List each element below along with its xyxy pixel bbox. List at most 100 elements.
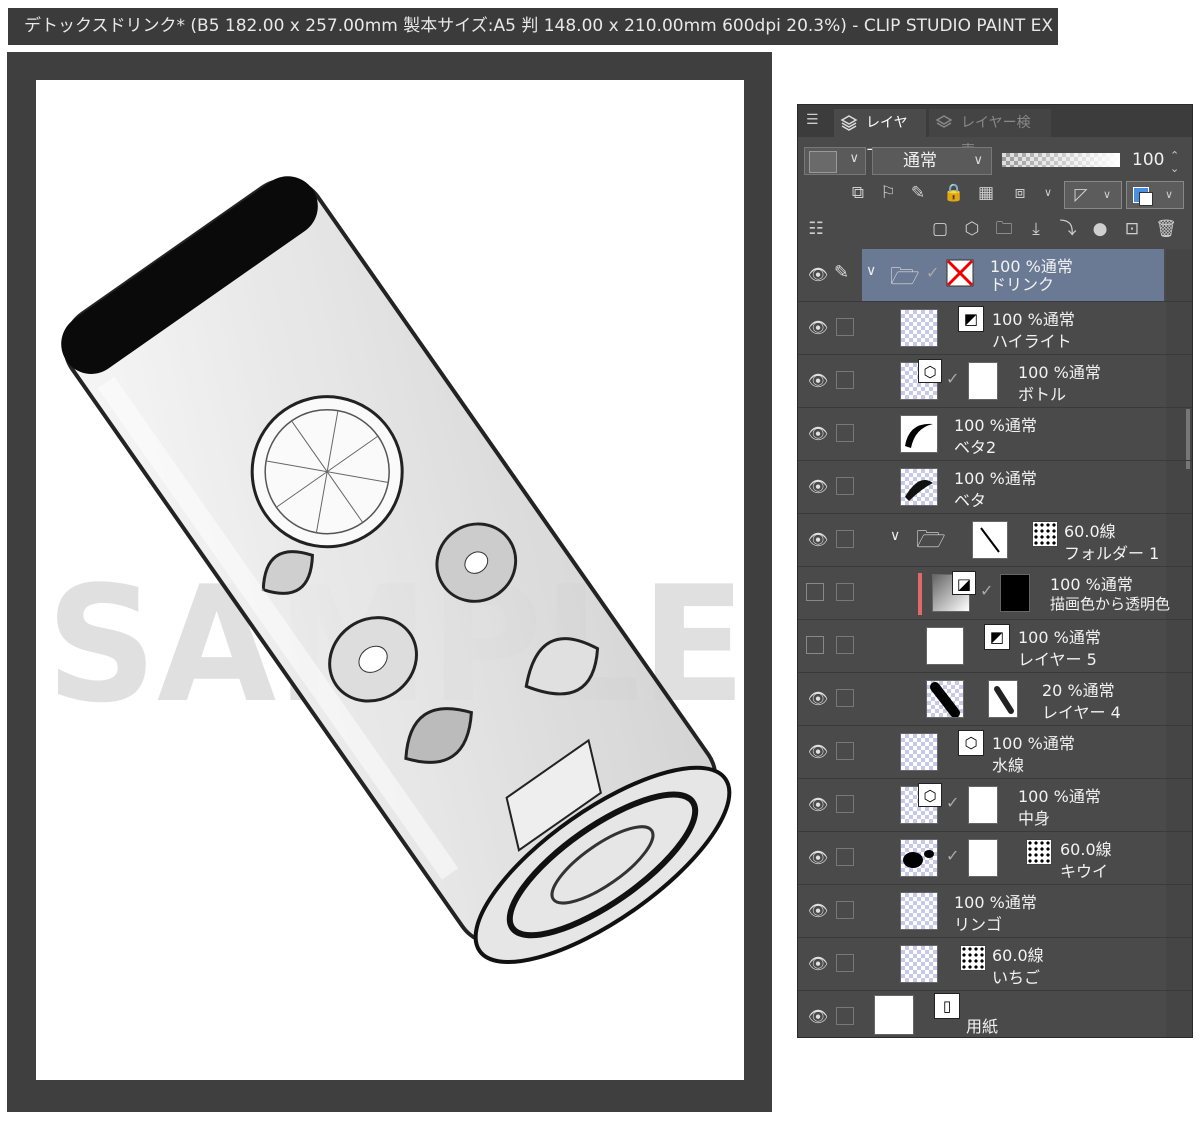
halftone-icon bbox=[1032, 521, 1058, 547]
tab-layer-search[interactable]: レイヤー検索 bbox=[929, 109, 1051, 159]
opacity-value[interactable]: 100 bbox=[1132, 150, 1164, 170]
opacity-slider[interactable] bbox=[1002, 153, 1120, 167]
layer-row-layer5[interactable]: ◩ 100 %通常 レイヤー 5 bbox=[798, 620, 1192, 673]
clip-layer-icon[interactable]: ⧉ bbox=[846, 181, 870, 205]
eye-icon[interactable]: 👁 bbox=[806, 1007, 830, 1027]
eye-icon[interactable]: 👁 bbox=[806, 848, 830, 868]
layer-mask-thumbnail bbox=[1000, 574, 1030, 612]
lock-icon[interactable]: 🔒 bbox=[942, 181, 966, 205]
layer-action-toolbar: ☷ ▢ ⬡ 🗀 ⤓ ⤵ ● ⊡ 🗑 bbox=[798, 217, 1192, 247]
edit-target-box[interactable] bbox=[836, 954, 854, 972]
eye-icon[interactable]: 👁 bbox=[806, 477, 830, 497]
layer-color-picker[interactable]: ∨ bbox=[804, 147, 866, 175]
layer-list: 👁 ✎ ∨ 🗁 ✓ 100 %通常 ドリンク 👁 ◩ 100 %通常 ハイライト… bbox=[798, 249, 1192, 1037]
eye-icon[interactable]: 👁 bbox=[806, 424, 830, 444]
edit-target-box[interactable] bbox=[836, 689, 854, 707]
menu-icon[interactable]: ☰ bbox=[806, 113, 820, 127]
layer-thumbnail bbox=[900, 309, 938, 347]
eye-icon[interactable]: 👁 bbox=[806, 901, 830, 921]
layer-row-apple[interactable]: 👁 100 %通常 リンゴ bbox=[798, 885, 1192, 938]
layer-name: ハイライト bbox=[992, 332, 1072, 351]
edit-target-box[interactable] bbox=[836, 848, 854, 866]
layer-name: 描画色から透明色 bbox=[1050, 595, 1171, 613]
edit-target-box[interactable] bbox=[836, 477, 854, 495]
eye-icon[interactable]: 👁 bbox=[806, 530, 830, 550]
eye-icon[interactable]: 👁 bbox=[806, 795, 830, 815]
expression-color-button[interactable]: ∨ bbox=[1126, 181, 1184, 209]
edit-target-box[interactable] bbox=[836, 901, 854, 919]
edit-target-box[interactable] bbox=[836, 583, 854, 601]
edit-target-box[interactable] bbox=[836, 318, 854, 336]
canvas-area[interactable]: SAMPLE bbox=[7, 52, 772, 1112]
layer-row-kiwi[interactable]: 👁 ✓ 60.0線 キウイ bbox=[798, 832, 1192, 885]
opacity-stepper-icon[interactable]: ⌃ ⌄ bbox=[1170, 149, 1179, 175]
new-mask-icon[interactable]: ● bbox=[1088, 217, 1112, 241]
transfer-down-icon[interactable]: ⤓ bbox=[1024, 217, 1048, 241]
layer-row-paper[interactable]: 👁 ▯ 用紙 bbox=[798, 991, 1192, 1037]
layer-row-highlight[interactable]: 👁 ◩ 100 %通常 ハイライト bbox=[798, 302, 1192, 355]
layer-opacity: 100 %通常 bbox=[1050, 575, 1133, 594]
edit-target-box[interactable] bbox=[836, 742, 854, 760]
pen-icon: ✎ bbox=[834, 262, 850, 283]
apply-mask-icon[interactable]: ⊡ bbox=[1120, 217, 1144, 241]
lock-transparency-icon[interactable]: ▦ bbox=[974, 181, 998, 205]
visibility-box[interactable] bbox=[806, 583, 824, 601]
layer-thumbnail bbox=[900, 892, 938, 930]
chevron-down-icon: ∨ bbox=[973, 153, 983, 168]
blend-mode-value: 通常 bbox=[903, 151, 937, 171]
edit-target-box[interactable] bbox=[836, 424, 854, 442]
blend-mode-select[interactable]: 通常 ∨ bbox=[872, 147, 992, 175]
tab-layer[interactable]: レイヤー bbox=[834, 109, 926, 159]
edit-target-box[interactable] bbox=[836, 530, 854, 548]
eye-icon[interactable]: 👁 bbox=[806, 318, 830, 338]
layer-mask-thumbnail bbox=[988, 680, 1018, 718]
layer-row-beta2[interactable]: 👁 100 %通常 ベタ2 bbox=[798, 408, 1192, 461]
eye-icon[interactable]: 👁 bbox=[806, 742, 830, 762]
illustration: SAMPLE bbox=[46, 176, 744, 965]
layer-row-beta[interactable]: 👁 100 %通常 ベタ bbox=[798, 461, 1192, 514]
layer-row-folder1[interactable]: 👁 ∨ 🗁 60.0線 フォルダー 1 bbox=[798, 514, 1192, 567]
layer-name: フォルダー 1 bbox=[1064, 544, 1160, 563]
layer-row-drink[interactable]: 👁 ✎ ∨ 🗁 ✓ 100 %通常 ドリンク bbox=[798, 249, 1192, 302]
layer-opacity: 60.0線 bbox=[1064, 522, 1116, 541]
layer-name: キウイ bbox=[1060, 862, 1109, 881]
layer-color-mode-button[interactable]: ◸ ∨ bbox=[1064, 181, 1122, 209]
trash-icon[interactable]: 🗑 bbox=[1154, 217, 1178, 241]
eye-icon[interactable]: 👁 bbox=[806, 265, 830, 285]
layer-row-gradient[interactable]: ◪ ✓ 100 %通常 描画色から透明色 bbox=[798, 567, 1192, 620]
vector-layer-icon: ⬡ bbox=[918, 783, 942, 807]
layer-row-strawberry[interactable]: 👁 60.0線 いちご bbox=[798, 938, 1192, 991]
edit-target-box[interactable] bbox=[836, 371, 854, 389]
layer-mask-thumbnail bbox=[972, 521, 1008, 559]
paper[interactable]: SAMPLE bbox=[36, 80, 744, 1080]
mask-enable-icon[interactable]: ⧈ bbox=[1008, 181, 1032, 205]
new-vector-layer-icon[interactable]: ⬡ bbox=[960, 217, 984, 241]
eye-icon[interactable]: 👁 bbox=[806, 689, 830, 709]
layer-opacity: 100 %通常 bbox=[992, 734, 1075, 753]
layer-row-layer4[interactable]: 👁 20 %通常 レイヤー 4 bbox=[798, 673, 1192, 726]
new-raster-layer-icon[interactable]: ▢ bbox=[928, 217, 952, 241]
layer-row-bottle[interactable]: 👁 ⬡ ✓ 100 %通常 ボトル bbox=[798, 355, 1192, 408]
layer-name: ベタ2 bbox=[954, 438, 997, 457]
eye-icon[interactable]: 👁 bbox=[806, 954, 830, 974]
new-folder-icon[interactable]: 🗀 bbox=[992, 217, 1016, 241]
chevron-down-icon[interactable]: ∨ bbox=[890, 528, 900, 544]
merge-down-icon[interactable]: ⤵ bbox=[1056, 217, 1080, 241]
edit-target-box[interactable] bbox=[836, 795, 854, 813]
folder-icon: 🗁 bbox=[916, 525, 946, 553]
reference-layer-icon[interactable]: ⚐ bbox=[876, 181, 900, 205]
window-title: デトックスドリンク* (B5 182.00 x 257.00mm 製本サイズ:A… bbox=[8, 8, 1058, 45]
chevron-down-icon[interactable]: ∨ bbox=[1036, 181, 1060, 205]
eye-icon[interactable]: 👁 bbox=[806, 371, 830, 391]
layer-panel: ☰ レイヤー レイヤー検索 ∨ 通常 ∨ 100 ⌃⌄ bbox=[797, 104, 1193, 1038]
edit-target-box[interactable] bbox=[836, 636, 854, 654]
layer-thumbnail bbox=[900, 945, 938, 983]
layer-list-icon[interactable]: ☷ bbox=[804, 217, 828, 241]
chevron-down-icon[interactable]: ∨ bbox=[866, 263, 876, 279]
layer-row-water-line[interactable]: 👁 ⬡ 100 %通常 水線 bbox=[798, 726, 1192, 779]
visibility-box[interactable] bbox=[806, 636, 824, 654]
draft-layer-icon[interactable]: ✎ bbox=[906, 181, 930, 205]
layer-row-contents[interactable]: 👁 ⬡ ✓ 100 %通常 中身 bbox=[798, 779, 1192, 832]
layer-name: ボトル bbox=[1018, 385, 1067, 404]
edit-target-box[interactable] bbox=[836, 1007, 854, 1025]
